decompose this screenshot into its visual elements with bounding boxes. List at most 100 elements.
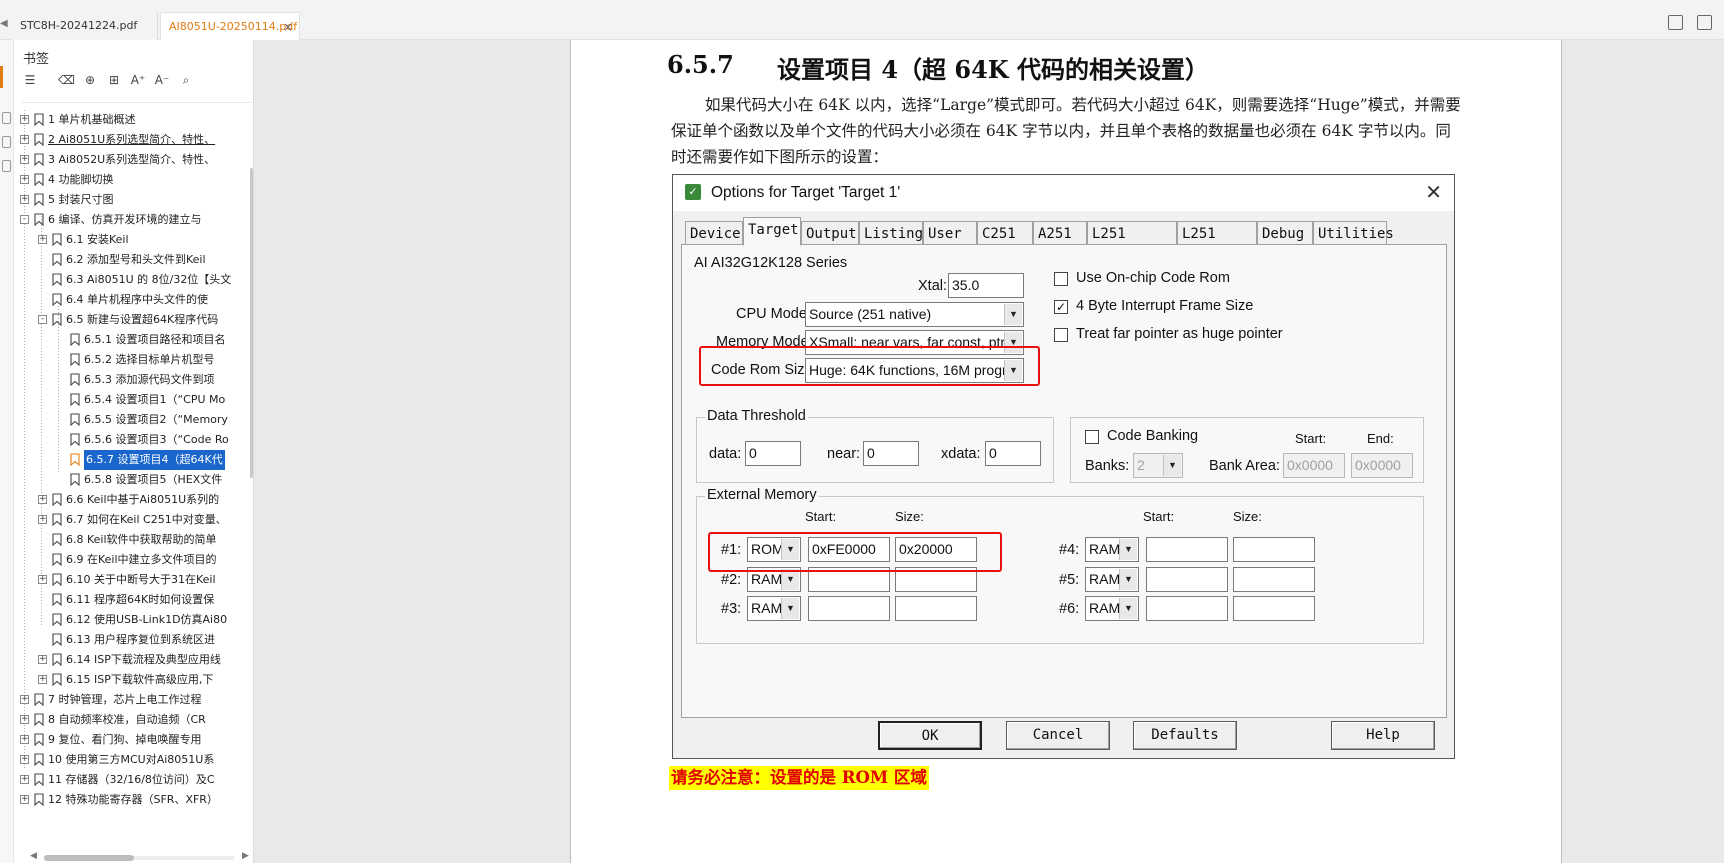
expand-icon[interactable]: + bbox=[38, 495, 47, 504]
xtal-input[interactable]: 35.0 bbox=[948, 273, 1024, 298]
interrupt-frame-checkbox[interactable]: ✓ bbox=[1054, 300, 1068, 314]
near-input[interactable]: 0 bbox=[863, 441, 919, 466]
ext-memory-type-select[interactable]: RAM ▼ bbox=[1085, 537, 1139, 562]
bookmark-item[interactable]: +11 存储器（32/16/8位访问）及C bbox=[14, 770, 240, 790]
bookmark-item[interactable]: 6.5.5 设置项目2（“Memory bbox=[14, 410, 240, 430]
bookmark-item[interactable]: +5 封装尺寸图 bbox=[14, 190, 240, 210]
bookmark-item[interactable]: 6.5.4 设置项目1（“CPU Mo bbox=[14, 390, 240, 410]
tab-ai8051u-pdf[interactable]: AI8051U-20250114.pdf × bbox=[160, 12, 300, 40]
expand-icon[interactable]: + bbox=[38, 515, 47, 524]
expand-icon[interactable]: + bbox=[20, 135, 29, 144]
tab-scroll-left-icon[interactable]: ◀ bbox=[0, 18, 8, 29]
expand-icon[interactable]: + bbox=[20, 195, 29, 204]
ext-size-input[interactable] bbox=[1233, 596, 1315, 621]
collapse-icon[interactable]: - bbox=[38, 315, 47, 324]
tab-l251-locate[interactable]: L251 Locate bbox=[1087, 221, 1177, 266]
bank-end-input[interactable]: 0x0000 bbox=[1351, 453, 1413, 478]
help-button[interactable]: Help bbox=[1331, 721, 1435, 750]
annotation-icon[interactable] bbox=[2, 160, 11, 172]
tab-stc8h-pdf[interactable]: STC8H-20241224.pdf bbox=[12, 12, 158, 40]
ext-start-input[interactable] bbox=[1146, 567, 1228, 592]
tab-listing[interactable]: Listing bbox=[859, 221, 923, 245]
ok-button[interactable]: OK bbox=[878, 721, 982, 750]
bookmark-item[interactable]: 6.5.1 设置项目路径和项目名 bbox=[14, 330, 240, 350]
bookmark-list-icon[interactable]: ☰ bbox=[22, 72, 38, 88]
defaults-button[interactable]: Defaults bbox=[1133, 721, 1237, 750]
bookmark-item[interactable]: +1 单片机基础概述 bbox=[14, 110, 240, 130]
expand-icon[interactable]: + bbox=[20, 715, 29, 724]
collapse-icon[interactable]: - bbox=[20, 215, 29, 224]
bookmark-item[interactable]: +4 功能脚切换 bbox=[14, 170, 240, 190]
ext-size-input[interactable] bbox=[895, 596, 977, 621]
thumbnail-icon[interactable] bbox=[2, 112, 11, 124]
tab-a251[interactable]: A251 bbox=[1033, 221, 1087, 245]
expand-icon[interactable]: + bbox=[38, 675, 47, 684]
bookmark-item[interactable]: 6.12 使用USB-Link1D仿真Ai80 bbox=[14, 610, 240, 630]
bookmark-item[interactable]: +9 复位、看门狗、掉电唤醒专用 bbox=[14, 730, 240, 750]
expand-icon[interactable]: + bbox=[20, 175, 29, 184]
bookmark-add-icon[interactable]: ⊕ bbox=[82, 72, 98, 88]
bookmark-item[interactable]: +6.6 Keil中基于Ai8051U系列的 bbox=[14, 490, 240, 510]
tab-target[interactable]: Target bbox=[743, 217, 801, 246]
font-increase-icon[interactable]: A⁺ bbox=[130, 72, 146, 88]
expand-icon[interactable]: + bbox=[20, 775, 29, 784]
vertical-scrollbar[interactable] bbox=[250, 168, 253, 478]
bookmark-item[interactable]: +8 自动频率校准，自动追频（CR bbox=[14, 710, 240, 730]
bookmark-item[interactable]: +10 使用第三方MCU对Ai8051U系 bbox=[14, 750, 240, 770]
bookmark-item[interactable]: +12 特殊功能寄存器（SFR、XFR） bbox=[14, 790, 240, 810]
cancel-button[interactable]: Cancel bbox=[1006, 721, 1110, 750]
bookmark-item[interactable]: 6.3 Ai8051U 的 8位/32位【头文 bbox=[14, 270, 240, 290]
bookmark-item[interactable]: 6.8 Keil软件中获取帮助的简单 bbox=[14, 530, 240, 550]
banks-select[interactable]: 2 ▼ bbox=[1133, 453, 1183, 478]
ext-start-input[interactable] bbox=[808, 596, 890, 621]
tab-debug[interactable]: Debug bbox=[1257, 221, 1313, 245]
bookmark-item[interactable]: 6.2 添加型号和头文件到Keil bbox=[14, 250, 240, 270]
expand-icon[interactable]: + bbox=[38, 655, 47, 664]
tab-device[interactable]: Device bbox=[685, 221, 743, 245]
font-decrease-icon[interactable]: A⁻ bbox=[154, 72, 170, 88]
bookmark-item[interactable]: 6.5.2 选择目标单片机型号 bbox=[14, 350, 240, 370]
expand-icon[interactable]: + bbox=[20, 735, 29, 744]
bookmark-item[interactable]: +6.1 安装Keil bbox=[14, 230, 240, 250]
ext-memory-type-select[interactable]: RAM ▼ bbox=[747, 596, 801, 621]
expand-icon[interactable]: + bbox=[38, 235, 47, 244]
expand-icon[interactable]: + bbox=[20, 695, 29, 704]
dropdown-arrow-icon[interactable]: ▼ bbox=[1119, 539, 1137, 560]
bookmark-search-icon[interactable]: ⌕ bbox=[178, 72, 194, 88]
expand-icon[interactable]: + bbox=[20, 115, 29, 124]
bookmark-add-child-icon[interactable]: ⊞ bbox=[106, 72, 122, 88]
use-onchip-rom-checkbox[interactable] bbox=[1054, 272, 1068, 286]
tab-output[interactable]: Output bbox=[801, 221, 859, 245]
ext-start-input[interactable] bbox=[1146, 537, 1228, 562]
bookmark-item[interactable]: - 6 编译、仿真开发环境的建立与 bbox=[14, 210, 240, 230]
data-input[interactable]: 0 bbox=[745, 441, 801, 466]
bookmark-item[interactable]: +6.14 ISP下载流程及典型应用线 bbox=[14, 650, 240, 670]
bookmark-delete-icon[interactable]: ⌫ bbox=[58, 72, 75, 88]
dropdown-arrow-icon[interactable]: ▼ bbox=[1119, 598, 1137, 619]
page-view-icon[interactable] bbox=[1697, 15, 1712, 30]
dropdown-arrow-icon[interactable]: ▼ bbox=[781, 569, 799, 590]
expand-icon[interactable]: + bbox=[20, 755, 29, 764]
scroll-thumb[interactable] bbox=[44, 855, 134, 861]
dropdown-arrow-icon[interactable]: ▼ bbox=[1119, 569, 1137, 590]
horizontal-scrollbar[interactable]: ◀ ▶ bbox=[30, 851, 250, 863]
bookmark-item[interactable]: 6.5.3 添加源代码文件到项 bbox=[14, 370, 240, 390]
ext-memory-type-select[interactable]: RAM ▼ bbox=[1085, 567, 1139, 592]
bookmark-item[interactable]: +3 Ai8052U系列选型简介、特性、 bbox=[14, 150, 240, 170]
bookmark-item[interactable]: +7 时钟管理，芯片上电工作过程 bbox=[14, 690, 240, 710]
bank-start-input[interactable]: 0x0000 bbox=[1283, 453, 1345, 478]
expand-icon[interactable]: + bbox=[20, 155, 29, 164]
bookmark-item[interactable]: 6.11 程序超64K时如何设置保 bbox=[14, 590, 240, 610]
code-banking-checkbox[interactable] bbox=[1085, 430, 1099, 444]
xdata-input[interactable]: 0 bbox=[985, 441, 1041, 466]
bookmark-item[interactable]: 6.5.7 设置项目4（超64K代 bbox=[14, 450, 240, 470]
bookmark-item[interactable]: +6.15 ISP下载软件高级应用,下 bbox=[14, 670, 240, 690]
ext-size-input[interactable] bbox=[1233, 567, 1315, 592]
bookmark-item[interactable]: 6.13 用户程序复位到系统区进 bbox=[14, 630, 240, 650]
bookmark-item[interactable]: - 6.5 新建与设置超64K程序代码 bbox=[14, 310, 240, 330]
bookmark-item[interactable]: 6.5.6 设置项目3（“Code Ro bbox=[14, 430, 240, 450]
tab-user[interactable]: User bbox=[923, 221, 977, 245]
bookmark-item[interactable]: +6.7 如何在Keil C251中对变量、 bbox=[14, 510, 240, 530]
scroll-left-icon[interactable]: ◀ bbox=[30, 851, 37, 861]
tab-c251[interactable]: C251 bbox=[977, 221, 1033, 245]
